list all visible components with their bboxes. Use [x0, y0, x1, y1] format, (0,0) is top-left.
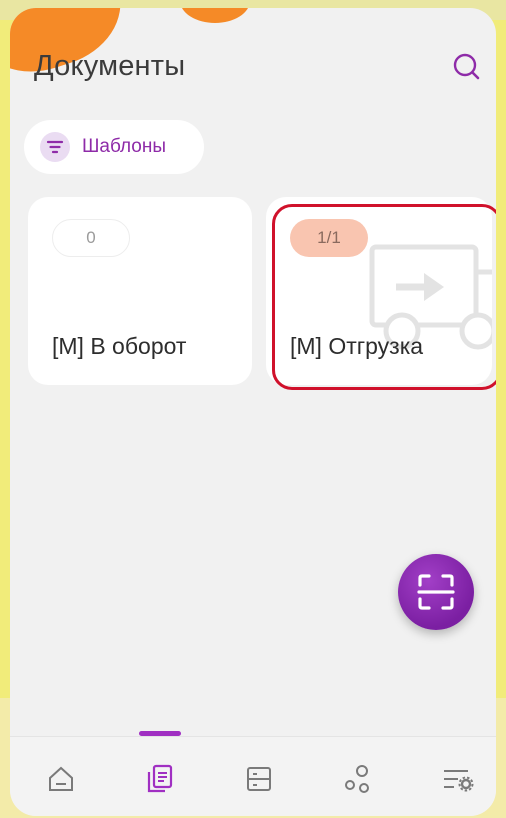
- templates-filter-label: Шаблоны: [82, 136, 167, 157]
- page-title: Документы: [34, 50, 186, 82]
- scan-icon: [417, 574, 455, 610]
- active-tab-indicator: [139, 731, 181, 736]
- templates-filter-chip[interactable]: Шаблоны: [24, 120, 204, 174]
- nav-home[interactable]: [39, 757, 83, 801]
- storage-icon: [247, 767, 271, 791]
- document-card-in-circulation[interactable]: 0 [M] В оборот: [28, 197, 252, 385]
- documents-icon: [147, 764, 173, 793]
- decorative-blob: [180, 8, 250, 23]
- highlight-outline: [272, 204, 496, 390]
- phone-screen: Документы Шаблоны 0 [M] В оборот 1/1 [M]…: [10, 8, 496, 816]
- scan-button[interactable]: [398, 554, 474, 630]
- nav-storage[interactable]: [237, 757, 281, 801]
- nav-nodes[interactable]: [336, 757, 380, 801]
- document-card-label: [M] В оборот: [52, 333, 187, 359]
- filter-icon: [40, 132, 70, 162]
- nodes-icon: [345, 765, 369, 793]
- search-icon: [453, 53, 480, 80]
- nav-settings[interactable]: [436, 757, 480, 801]
- nav-documents[interactable]: [138, 757, 182, 801]
- bottom-navigation: [10, 731, 496, 816]
- home-icon: [49, 766, 73, 791]
- document-count-badge: 0: [52, 219, 130, 257]
- settings-list-icon: [444, 770, 474, 792]
- search-button[interactable]: [450, 50, 484, 84]
